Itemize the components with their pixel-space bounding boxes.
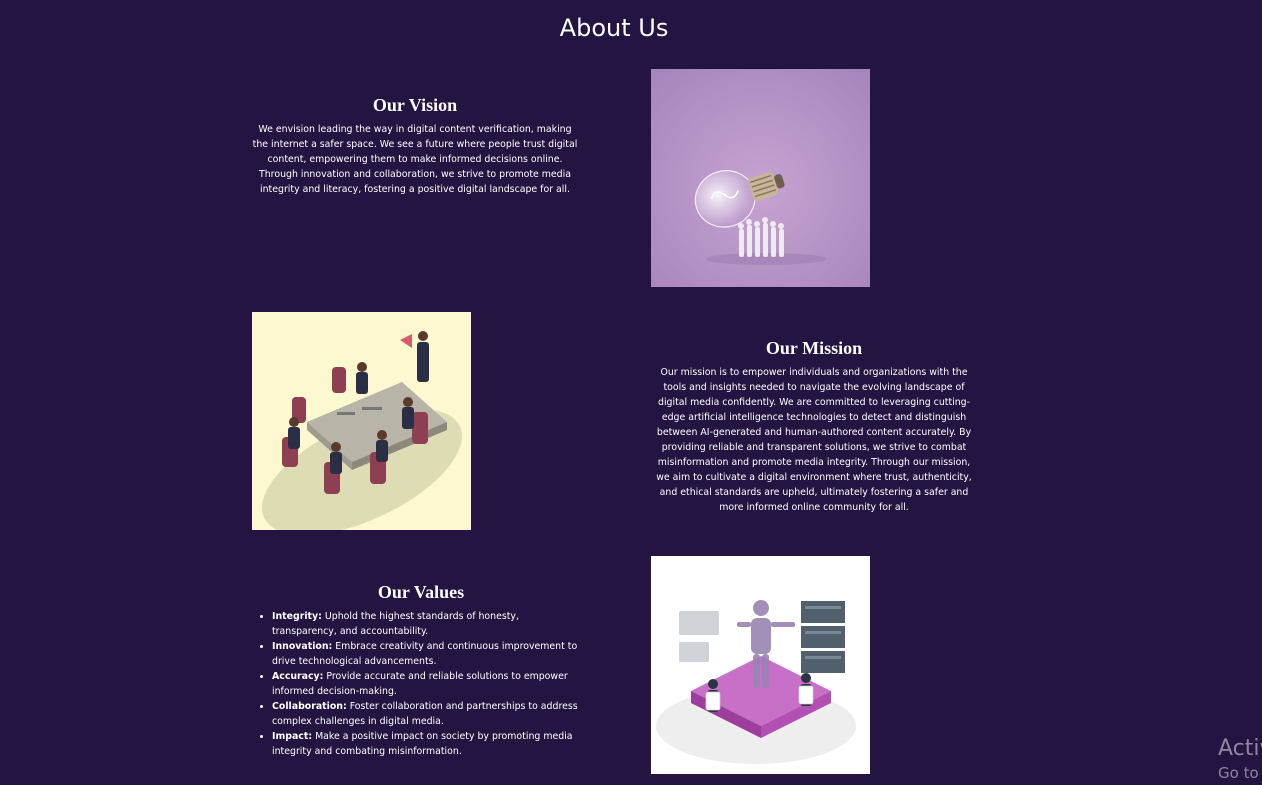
lightbulb-illustration-icon (651, 69, 870, 287)
vision-section: Our Vision We envision leading the way i… (252, 95, 578, 197)
list-item: Integrity: Uphold the highest standards … (272, 609, 586, 639)
values-list: Integrity: Uphold the highest standards … (256, 609, 586, 759)
vision-text: We envision leading the way in digital c… (252, 124, 578, 195)
values-heading: Our Values (377, 582, 465, 602)
watermark-line-1: Activ (1218, 736, 1262, 761)
values-section: Our Values Integrity: Uphold the highest… (256, 582, 586, 759)
list-item: Impact: Make a positive impact on societ… (272, 729, 586, 759)
windows-activation-watermark: Activ Go to (1218, 735, 1262, 783)
page-title: About Us (559, 14, 669, 42)
list-item: Accuracy: Provide accurate and reliable … (272, 669, 586, 699)
about-page: About Us Our Vision We envision leading … (0, 0, 1262, 785)
ai-robot-illustration-icon (651, 556, 870, 774)
list-item: Collaboration: Foster collaboration and … (272, 699, 586, 729)
mission-heading: Our Mission (765, 338, 863, 358)
mission-text: Our mission is to empower individuals an… (656, 367, 972, 513)
vision-heading: Our Vision (372, 95, 458, 115)
team-meeting-illustration-icon (252, 312, 471, 530)
watermark-line-2: Go to (1218, 764, 1259, 782)
list-item: Innovation: Embrace creativity and conti… (272, 639, 586, 669)
mission-section: Our Mission Our mission is to empower in… (651, 338, 977, 515)
